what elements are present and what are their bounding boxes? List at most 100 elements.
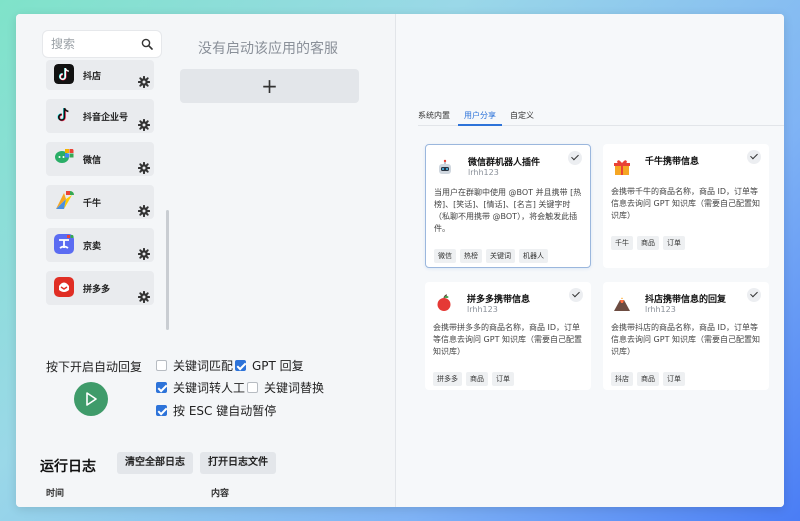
search-icon[interactable] bbox=[141, 38, 153, 50]
card-title: 微信群机器人插件 bbox=[468, 158, 541, 168]
card-title: 抖店携带信息的回复 bbox=[645, 295, 727, 305]
esc-pause-checkbox[interactable] bbox=[156, 405, 167, 416]
tag: 机器人 bbox=[519, 249, 548, 263]
keyword-match-label: 关键词匹配 bbox=[173, 359, 234, 373]
log-title: 运行日志 bbox=[40, 459, 96, 475]
plugin-pane: 系统内置 用户分享 自定义 微信群机器人插件 lrhh123 当用户在群聊中使用… bbox=[395, 14, 784, 507]
card-description: 会携带拼多多的商品名称，商品 ID，订单等信息去询问 GPT 知识库（需要自己配… bbox=[433, 323, 582, 356]
search-input[interactable] bbox=[43, 31, 133, 57]
check-icon[interactable] bbox=[747, 288, 761, 302]
plugin-card-qianniu[interactable]: 千牛携带信息 会携带千牛的商品名称，商品 ID，订单等信息去询问 GPT 知识库… bbox=[603, 144, 769, 268]
app-label-doudian: 抖店 bbox=[83, 72, 102, 82]
keyword-match-checkbox[interactable] bbox=[156, 360, 167, 371]
app-list-scrollbar[interactable] bbox=[166, 210, 169, 330]
tag: 订单 bbox=[663, 236, 685, 250]
tag: 拼多多 bbox=[433, 372, 462, 386]
app-label-qianniu: 千牛 bbox=[83, 199, 102, 209]
tag: 抖店 bbox=[611, 372, 633, 386]
check-icon[interactable] bbox=[568, 151, 582, 165]
card-tags: 拼多多 商品 订单 bbox=[433, 372, 518, 386]
pinduoduo-icon bbox=[54, 277, 74, 297]
keyword-to-human-checkbox[interactable] bbox=[156, 382, 167, 393]
plugin-tabs: 系统内置 用户分享 自定义 bbox=[418, 110, 784, 126]
gift-icon bbox=[614, 160, 630, 175]
search-box bbox=[42, 30, 162, 58]
card-tags: 千牛 商品 订单 bbox=[611, 236, 689, 250]
keyword-to-human-label: 关键词转人工 bbox=[173, 381, 246, 395]
tag: 订单 bbox=[663, 372, 685, 386]
card-description: 当用户在群聊中使用 @BOT 并且携带 [热榜]、[笑话]、[情话]、[名言] … bbox=[434, 188, 582, 233]
tab-builtin[interactable]: 系统内置 bbox=[418, 110, 450, 125]
esc-pause-label: 按 ESC 键自动暂停 bbox=[173, 404, 277, 418]
tab-user-share[interactable]: 用户分享 bbox=[458, 110, 502, 126]
wechat-icon bbox=[55, 149, 74, 163]
add-service-button[interactable]: + bbox=[180, 69, 359, 103]
gear-icon[interactable] bbox=[138, 162, 150, 174]
clear-log-button[interactable]: 清空全部日志 bbox=[117, 452, 193, 474]
option-gpt-reply[interactable]: GPT 回复 bbox=[235, 357, 304, 374]
log-col-content: 内容 bbox=[211, 489, 230, 499]
app-item-qianniu[interactable]: 千牛 bbox=[46, 185, 154, 219]
option-keyword-to-human[interactable]: 关键词转人工 bbox=[156, 379, 245, 396]
app-window: 抖店 抖音企业号 bbox=[16, 14, 784, 507]
card-tags: 微信 热榜 关键词 机器人 bbox=[434, 249, 552, 263]
app-label-wechat: 微信 bbox=[83, 156, 102, 166]
volcano-icon bbox=[614, 297, 630, 311]
tab-custom[interactable]: 自定义 bbox=[510, 110, 534, 125]
option-keyword-match[interactable]: 关键词匹配 bbox=[156, 357, 233, 374]
tag: 微信 bbox=[434, 249, 456, 263]
qianniu-icon bbox=[56, 191, 74, 209]
card-author: lrhh123 bbox=[645, 305, 676, 314]
app-item-wechat[interactable]: 微信 bbox=[46, 142, 154, 176]
app-item-pinduoduo[interactable]: 拼多多 bbox=[46, 271, 154, 305]
check-icon[interactable] bbox=[747, 150, 761, 164]
plugin-card-pinduoduo[interactable]: 拼多多携带信息 lrhh123 会携带拼多多的商品名称，商品 ID，订单等信息去… bbox=[425, 282, 591, 390]
apple-icon bbox=[437, 294, 451, 311]
gpt-reply-checkbox[interactable] bbox=[235, 360, 246, 371]
auto-reply-label: 按下开启自动回复 bbox=[46, 360, 143, 374]
gpt-reply-label: GPT 回复 bbox=[252, 359, 304, 373]
tag: 订单 bbox=[492, 372, 514, 386]
tag: 关键词 bbox=[486, 249, 515, 263]
plugin-card-doudian[interactable]: 抖店携带信息的回复 lrhh123 会携带抖店的商品名称，商品 ID，订单等信息… bbox=[603, 282, 769, 390]
keyword-replace-label: 关键词替换 bbox=[264, 381, 325, 395]
no-service-text: 没有启动该应用的客服 bbox=[198, 41, 338, 57]
app-item-douyin-enterprise[interactable]: 抖音企业号 bbox=[46, 99, 154, 133]
douyin-icon bbox=[54, 64, 74, 84]
log-col-time: 时间 bbox=[46, 489, 65, 499]
card-tags: 抖店 商品 订单 bbox=[611, 372, 689, 386]
app-item-doudian[interactable]: 抖店 bbox=[46, 60, 154, 90]
gear-icon[interactable] bbox=[138, 291, 150, 303]
tag: 千牛 bbox=[611, 236, 633, 250]
app-list: 抖店 抖音企业号 微信 千牛 京卖 拼多多 bbox=[46, 60, 156, 314]
option-keyword-replace[interactable]: 关键词替换 bbox=[247, 379, 324, 396]
gear-icon[interactable] bbox=[138, 205, 150, 217]
app-label-douyin-enterprise: 抖音企业号 bbox=[83, 113, 129, 123]
app-item-jingmai[interactable]: 京卖 bbox=[46, 228, 154, 262]
tag: 热榜 bbox=[460, 249, 482, 263]
gear-icon[interactable] bbox=[138, 76, 150, 88]
card-author: lrhh123 bbox=[467, 305, 498, 314]
left-pane: 抖店 抖音企业号 bbox=[16, 14, 394, 507]
option-esc-pause[interactable]: 按 ESC 键自动暂停 bbox=[156, 402, 276, 419]
card-title: 拼多多携带信息 bbox=[467, 295, 531, 305]
app-label-jingmai: 京卖 bbox=[83, 242, 102, 252]
card-description: 会携带抖店的商品名称，商品 ID，订单等信息去询问 GPT 知识库（需要自己配置… bbox=[611, 323, 760, 356]
gear-icon[interactable] bbox=[138, 119, 150, 131]
keyword-replace-checkbox[interactable] bbox=[247, 382, 258, 393]
tag: 商品 bbox=[637, 372, 659, 386]
douyin-icon bbox=[57, 107, 69, 122]
play-icon bbox=[86, 392, 97, 406]
robot-icon bbox=[439, 159, 451, 174]
card-title: 千牛携带信息 bbox=[645, 157, 700, 167]
card-author: lrhh123 bbox=[468, 168, 499, 177]
check-icon[interactable] bbox=[569, 288, 583, 302]
card-description: 会携带千牛的商品名称，商品 ID，订单等信息去询问 GPT 知识库（需要自己配置… bbox=[611, 187, 760, 220]
jingmai-icon bbox=[54, 234, 74, 254]
plugin-card-wechat-bot[interactable]: 微信群机器人插件 lrhh123 当用户在群聊中使用 @BOT 并且携带 [热榜… bbox=[425, 144, 591, 268]
open-log-file-button[interactable]: 打开日志文件 bbox=[200, 452, 276, 474]
start-auto-reply-button[interactable] bbox=[74, 382, 108, 416]
gear-icon[interactable] bbox=[138, 248, 150, 260]
tag: 商品 bbox=[637, 236, 659, 250]
app-label-pinduoduo: 拼多多 bbox=[83, 285, 111, 295]
